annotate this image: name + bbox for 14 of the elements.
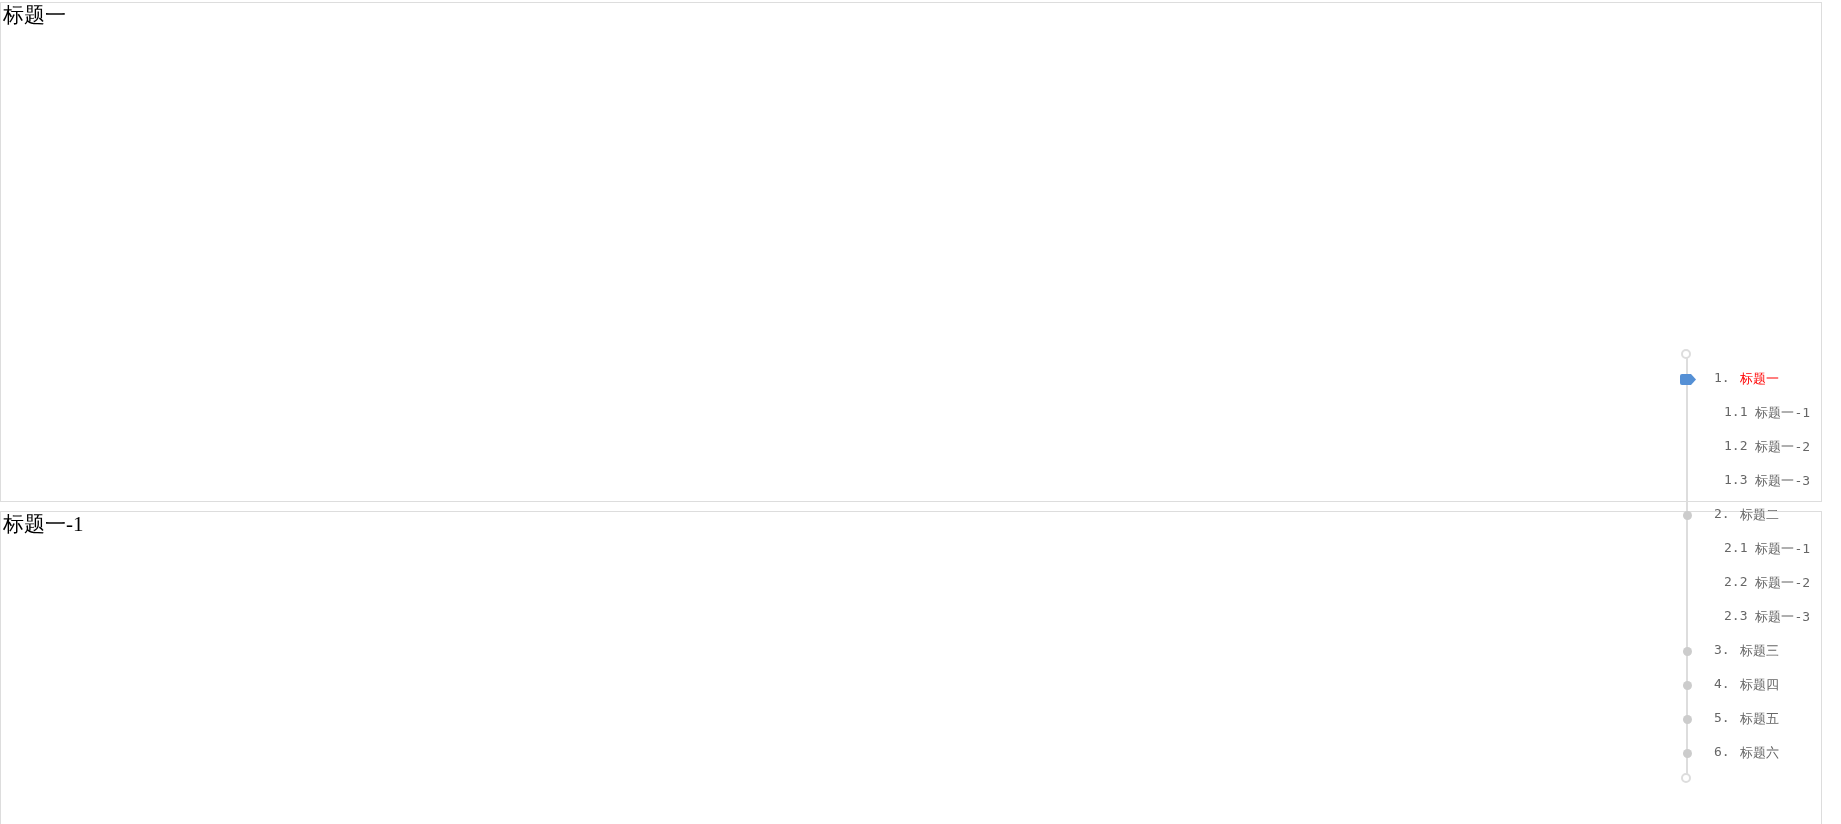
section-heading: 标题一-1 [2, 512, 84, 536]
nav-link[interactable]: 3. 标题三 [1714, 642, 1779, 660]
nav-link[interactable]: 6. 标题六 [1714, 744, 1779, 762]
nav-link[interactable]: 1. 标题一 [1714, 370, 1779, 388]
nav-link[interactable]: 4. 标题四 [1714, 676, 1779, 694]
nav-sublink[interactable]: 2.2 标题一-2 [1724, 574, 1811, 592]
nav-sublink[interactable]: 1.1 标题一-1 [1724, 404, 1811, 422]
section-heading: 标题一 [2, 3, 66, 27]
nav-sublink[interactable]: 1.2 标题一-2 [1724, 438, 1811, 456]
nav-link[interactable]: 2. 标题二 [1714, 506, 1779, 524]
nav-sublink[interactable]: 2.3 标题一-3 [1724, 608, 1811, 626]
nav-sublink[interactable]: 2.1 标题一-1 [1724, 540, 1811, 558]
nav-link[interactable]: 5. 标题五 [1714, 710, 1779, 728]
nav-sublink[interactable]: 1.3 标题一-3 [1724, 472, 1811, 490]
